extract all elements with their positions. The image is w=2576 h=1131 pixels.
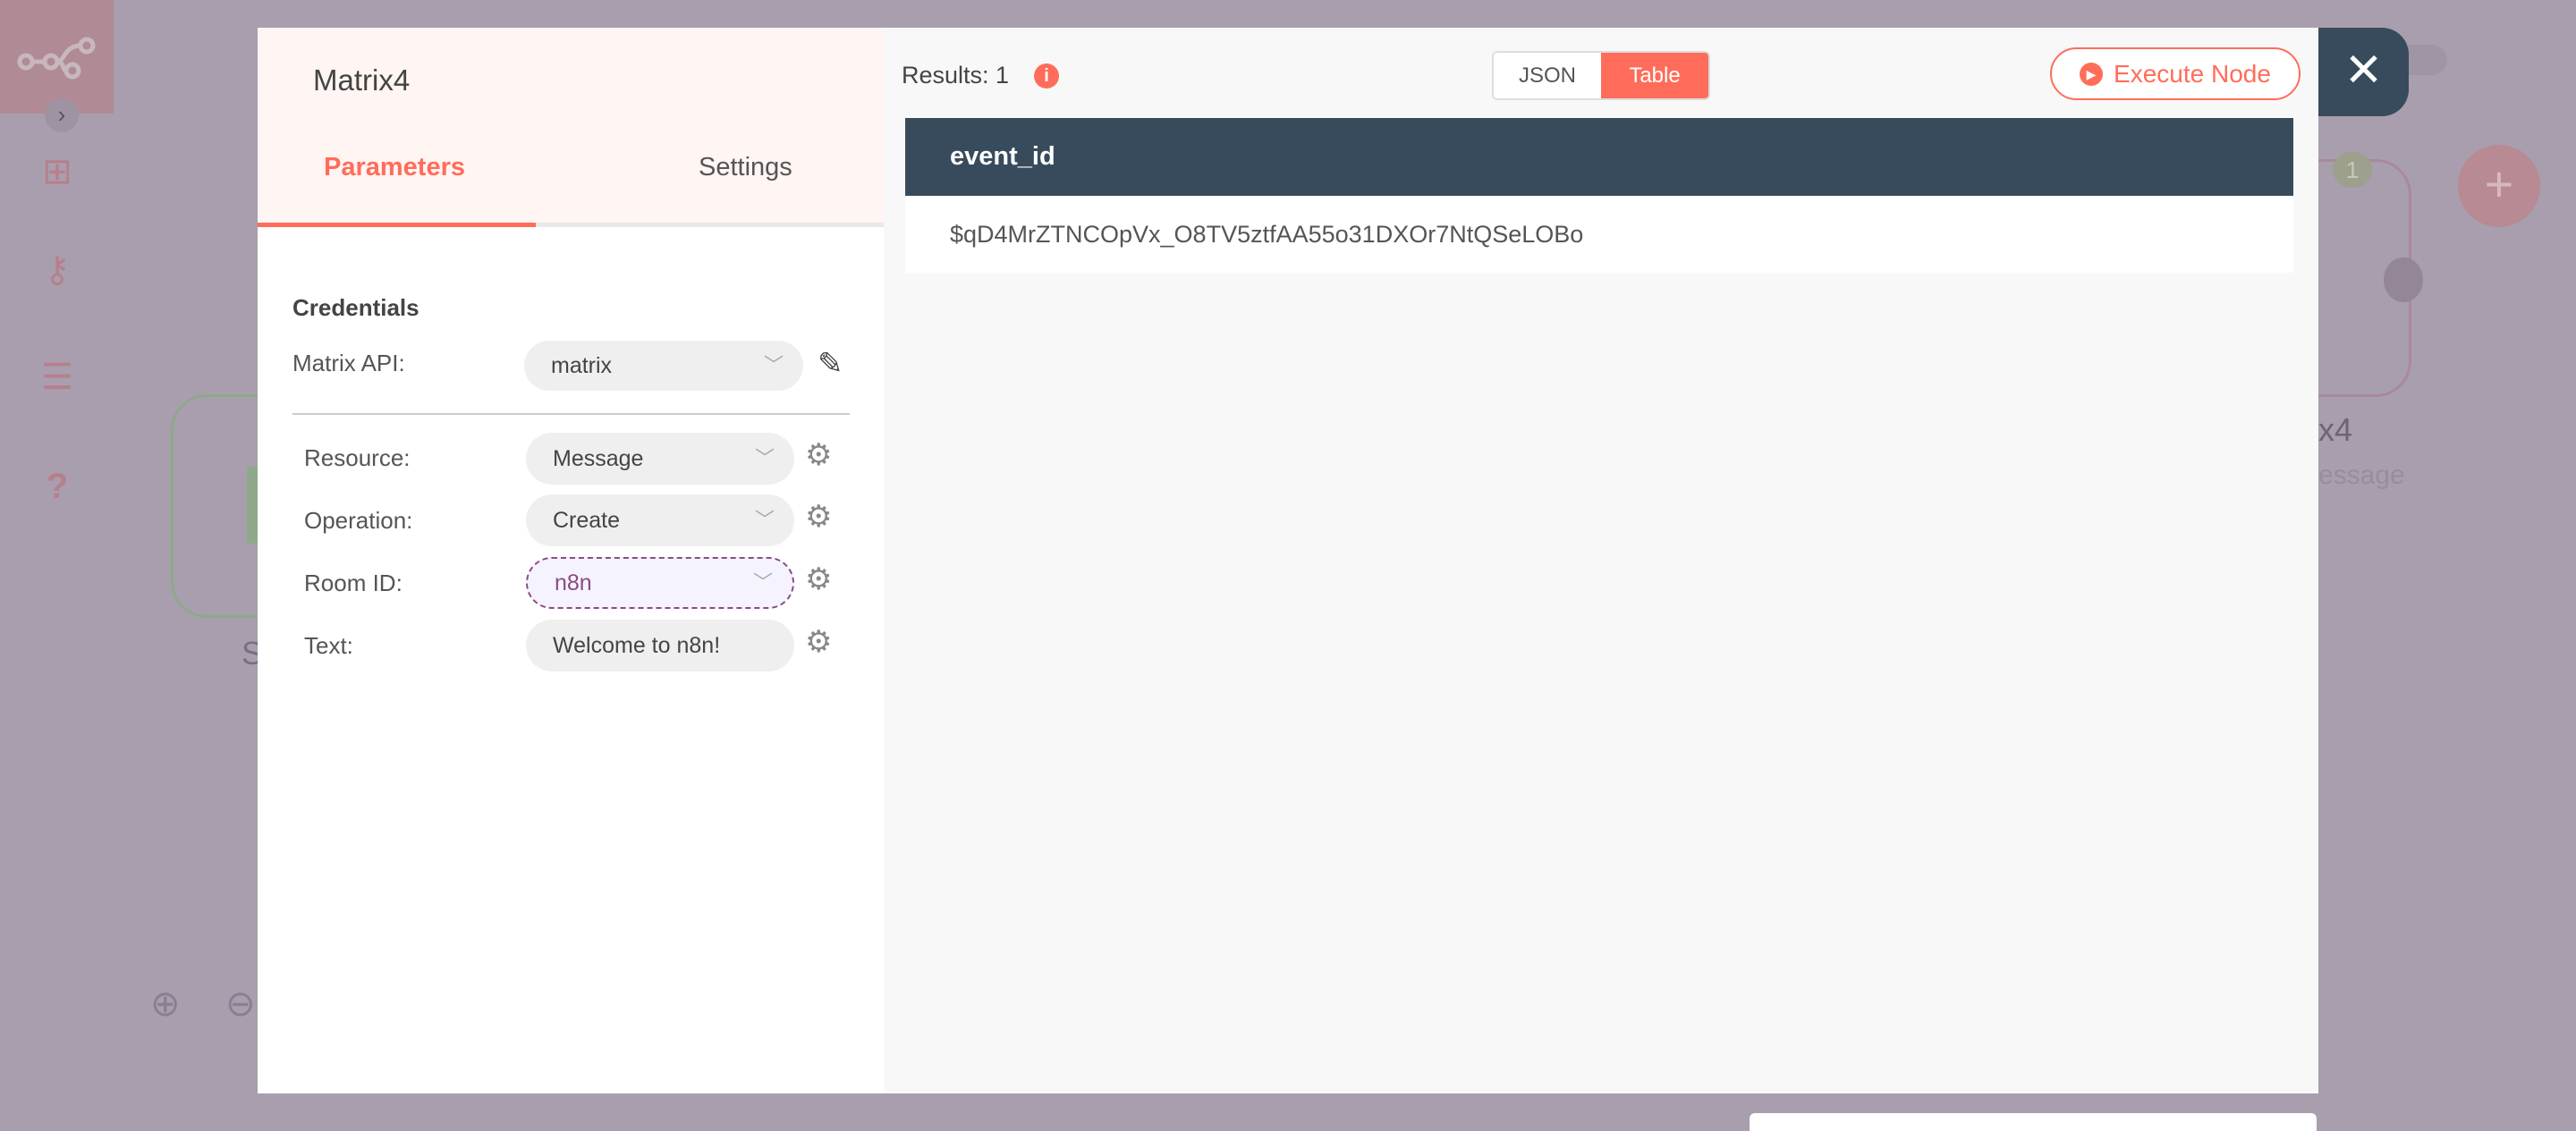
zoom-out-icon[interactable]: ⊖	[225, 983, 256, 1025]
gear-icon[interactable]: ⚙	[805, 624, 832, 660]
divider	[292, 413, 850, 415]
gear-icon[interactable]: ⚙	[805, 437, 832, 473]
panel-header	[258, 28, 884, 224]
column-header-event-id: event_id	[905, 118, 2293, 196]
item-count-badge: 1	[2333, 152, 2372, 188]
text-label: Text:	[304, 632, 353, 659]
help-icon[interactable]: ?	[36, 465, 79, 508]
chevron-down-icon: ﹀	[754, 447, 775, 469]
chevron-down-icon: ﹀	[754, 509, 775, 531]
room-id-select[interactable]: n8n ﹀	[526, 557, 794, 609]
results-panel: Results: 1 i JSON Table ▶ Execute Node e…	[884, 28, 2318, 1093]
logo-icon	[17, 37, 95, 79]
matrix-node-label: x4	[2318, 411, 2353, 448]
json-view-button[interactable]: JSON	[1494, 53, 1601, 98]
view-toggle: JSON Table	[1492, 51, 1710, 100]
operation-select[interactable]: Create ﹀	[526, 494, 794, 546]
expand-sidebar-button[interactable]: ›	[45, 98, 79, 132]
results-count: Results: 1	[902, 62, 1010, 89]
close-button[interactable]: ✕	[2318, 28, 2409, 116]
matrix-api-label: Matrix API:	[292, 350, 405, 376]
tab-parameters[interactable]: Parameters	[324, 153, 465, 182]
sidebar: › ⊞ ⚷ ☰ ?	[0, 0, 114, 1121]
play-icon: ▶	[2080, 62, 2104, 86]
execute-node-button[interactable]: ▶ Execute Node	[2050, 47, 2301, 100]
matrix-api-value: matrix	[551, 353, 613, 378]
executions-list-icon[interactable]: ☰	[36, 356, 79, 399]
n8n-logo[interactable]	[0, 0, 114, 114]
room-id-value: n8n	[555, 570, 592, 595]
table-view-button[interactable]: Table	[1601, 53, 1708, 98]
active-tab-indicator	[258, 223, 536, 227]
resource-select[interactable]: Message ﹀	[526, 433, 794, 485]
operation-label: Operation:	[304, 507, 413, 534]
resource-value: Message	[553, 446, 644, 471]
zoom-in-icon[interactable]: ⊕	[150, 983, 181, 1025]
workflows-icon[interactable]: ⊞	[36, 150, 79, 193]
credentials-heading: Credentials	[292, 294, 419, 321]
add-node-button[interactable]: +	[2458, 145, 2540, 227]
matrix-api-select[interactable]: matrix ﹀	[524, 341, 803, 391]
tab-settings[interactable]: Settings	[699, 153, 792, 182]
edit-credentials-icon[interactable]: ✎	[818, 346, 843, 382]
table-cell: $qD4MrZTNCOpVx_O8TV5ztfAA55o31DXOr7NtQSe…	[905, 196, 2293, 273]
node-title[interactable]: Matrix4	[313, 63, 410, 97]
chevron-down-icon: ﹀	[752, 571, 773, 594]
room-id-label: Room ID:	[304, 570, 402, 596]
parameters-panel: Matrix4 Parameters Settings Credentials …	[258, 28, 884, 1093]
gear-icon[interactable]: ⚙	[805, 499, 832, 535]
info-icon[interactable]: i	[1034, 63, 1059, 89]
chevron-down-icon: ﹀	[763, 354, 784, 376]
bottom-panel	[1750, 1113, 2317, 1131]
operation-value: Create	[553, 508, 621, 533]
gear-icon[interactable]: ⚙	[805, 561, 832, 597]
execute-node-label: Execute Node	[2114, 59, 2271, 88]
text-input[interactable]: Welcome to n8n!	[526, 620, 794, 671]
key-icon[interactable]: ⚷	[36, 249, 79, 291]
output-connector[interactable]	[2384, 257, 2423, 302]
results-table: event_id $qD4MrZTNCOpVx_O8TV5ztfAA55o31D…	[905, 118, 2293, 273]
matrix-node-subtitle: essage	[2318, 460, 2405, 490]
node-dialog: Matrix4 Parameters Settings Credentials …	[258, 28, 2318, 1093]
resource-label: Resource:	[304, 444, 411, 471]
